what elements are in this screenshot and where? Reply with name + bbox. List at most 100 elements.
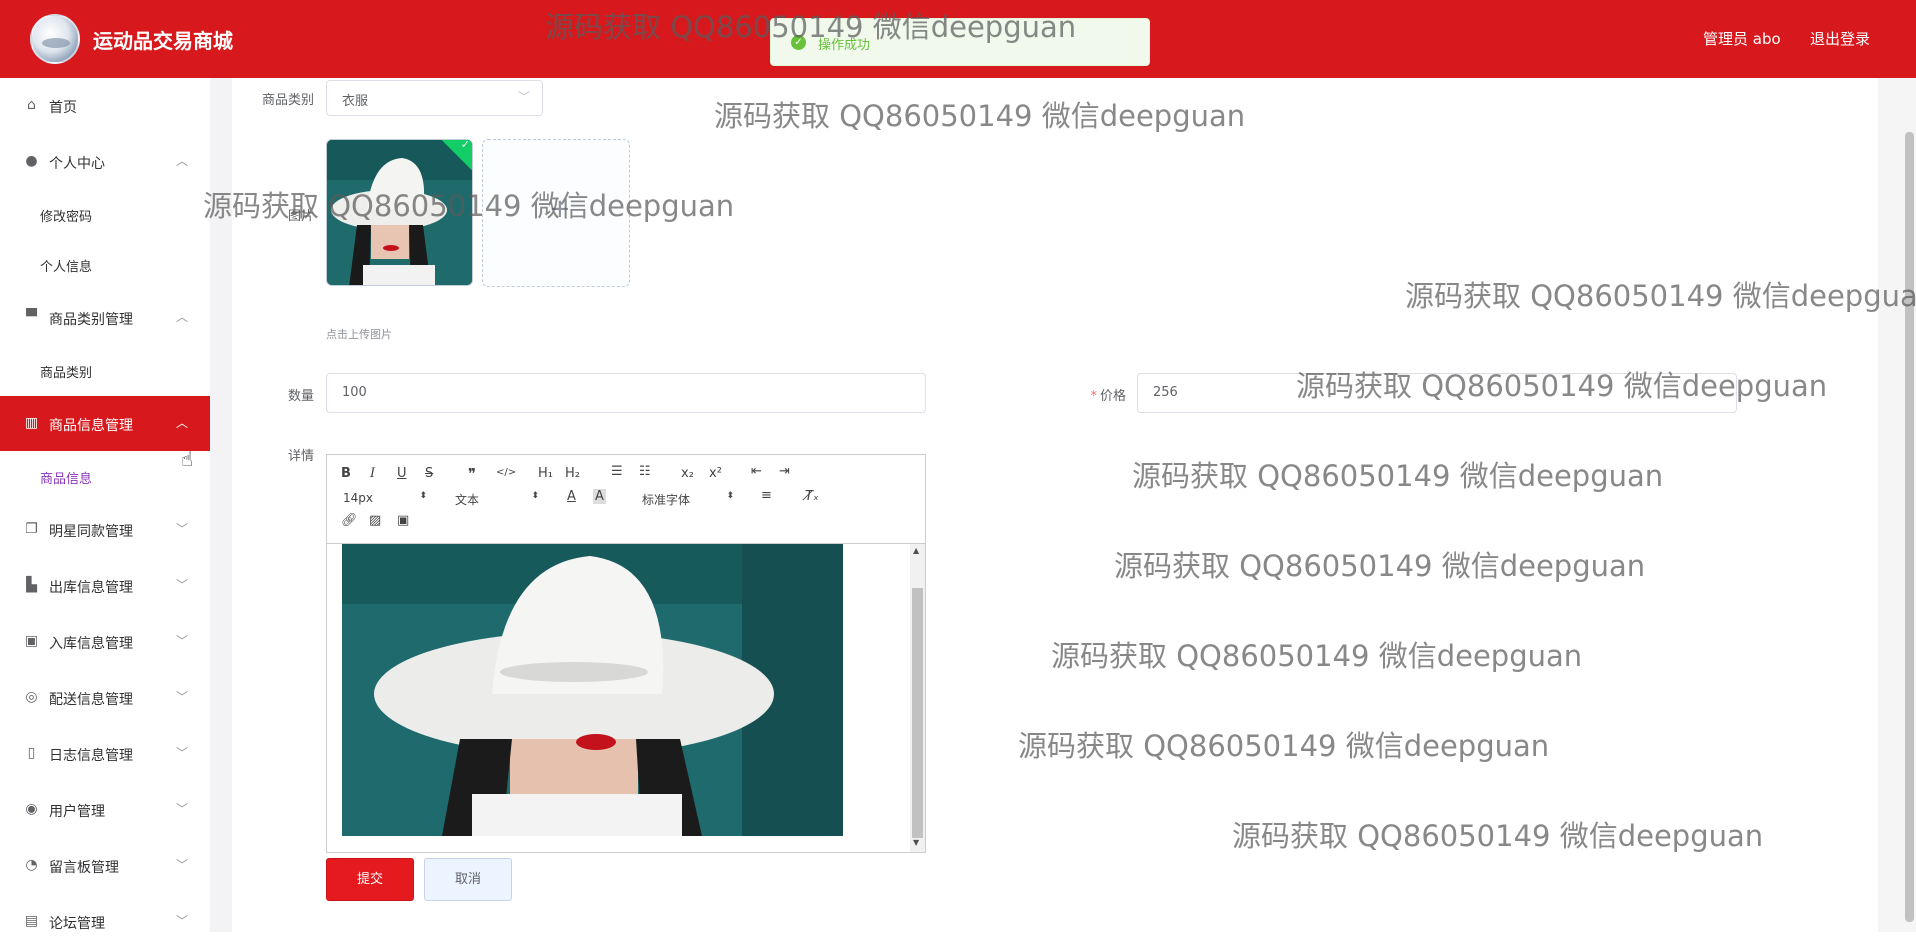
rich-text-editor[interactable]: B I U S ❞ </> H₁ H₂ ☰ ☷ x₂ x² ⇤ ⇥ 14px ⬍… — [326, 454, 926, 853]
block-format-select[interactable]: 文本 ⬍ — [455, 491, 539, 507]
sidebar-item-label: 个人中心 — [49, 156, 105, 172]
image-icon[interactable]: ▨ — [369, 513, 381, 528]
chevron-down-icon: ﹀ — [176, 858, 189, 872]
ordered-list-icon[interactable]: ☰ — [611, 464, 623, 479]
blockquote-button[interactable]: ❞ — [468, 465, 476, 483]
sidebar-item-label: 首页 — [49, 100, 77, 116]
sidebar-item-label: 出库信息管理 — [49, 580, 133, 596]
sidebar-item-outbound[interactable]: ▙ 出库信息管理 ﹀ — [0, 558, 210, 613]
sidebar-item-star-style[interactable]: ❐ 明星同款管理 ﹀ — [0, 502, 210, 557]
clear-format-icon[interactable]: T̸ₓ — [805, 489, 819, 504]
required-mark: * — [1090, 389, 1097, 404]
sort-arrows-icon: ⬍ — [531, 491, 539, 501]
sort-arrows-icon: ⬍ — [726, 491, 734, 501]
video-icon[interactable]: ▣ — [397, 513, 409, 528]
sidebar-item-home[interactable]: ⌂ 首页 — [0, 78, 210, 133]
editor-scrollbar[interactable]: ▲ ▼ — [910, 544, 925, 852]
strike-button[interactable]: S — [425, 466, 433, 481]
underline-button[interactable]: U — [397, 466, 407, 481]
font-size-select[interactable]: 14px ⬍ — [343, 491, 427, 505]
chevron-down-icon: ﹀ — [176, 634, 189, 648]
sidebar-item-logs[interactable]: ▯ 日志信息管理 ﹀ — [0, 726, 210, 781]
ring-icon: ◉ — [25, 801, 38, 817]
mouse-pointer-icon: ☝ — [181, 447, 194, 471]
page-scrollbar-thumb[interactable] — [1905, 132, 1914, 922]
price-value: 256 — [1153, 385, 1178, 400]
sidebar-item-inbound[interactable]: ▣ 入库信息管理 ﹀ — [0, 614, 210, 669]
upload-hint: 点击上传图片 — [326, 328, 392, 341]
sidebar-item-forum[interactable]: ▤ 论坛管理 ﹀ — [0, 894, 210, 949]
scroll-down-icon[interactable]: ▼ — [913, 838, 919, 847]
link-icon[interactable]: 🔗︎ — [341, 513, 358, 528]
watermark: 源码获取 QQ86050149 微信deepguan — [1114, 549, 1646, 583]
chevron-down-icon: ﹀ — [176, 914, 189, 928]
quantity-input[interactable]: 100 — [326, 373, 926, 413]
block-format-value: 文本 — [455, 493, 480, 507]
outdent-icon[interactable]: ⇤ — [751, 464, 762, 479]
editor-scrollbar-thumb[interactable] — [912, 588, 923, 838]
price-label: * 价格 — [1070, 385, 1126, 404]
chevron-up-icon: ︿ — [176, 416, 189, 430]
cancel-button[interactable]: 取消 — [424, 858, 512, 901]
bar-chart-icon: ▙ — [26, 577, 37, 593]
current-user: 管理员 abo — [1703, 30, 1781, 48]
price-label-text: 价格 — [1099, 389, 1126, 404]
sidebar-item-personal-center[interactable]: ● 个人中心 ︿ — [0, 134, 210, 189]
sidebar-item-label: 日志信息管理 — [49, 748, 133, 764]
category-select[interactable]: 衣服 ﹀ — [326, 80, 543, 116]
sidebar-item-message-board[interactable]: ◔ 留言板管理 ﹀ — [0, 838, 210, 893]
bold-button[interactable]: B — [341, 466, 351, 481]
sidebar: ⌂ 首页 ● 个人中心 ︿ 修改密码 个人信息 ▀ 商品类别管理 ︿ 商品类别 … — [0, 78, 210, 932]
detail-image — [342, 544, 843, 836]
sidebar-item-label: 配送信息管理 — [49, 692, 133, 708]
scroll-up-icon[interactable]: ▲ — [913, 546, 919, 555]
font-family-select[interactable]: 标准字体 ⬍ — [642, 491, 734, 507]
watermark: 源码获取 QQ86050149 微信deepguan — [1296, 369, 1828, 403]
category-selected-value: 衣服 — [342, 94, 369, 109]
sidebar-item-label: 入库信息管理 — [49, 636, 133, 652]
clipboard-icon: ▤ — [24, 913, 39, 929]
chevron-down-icon: ﹀ — [517, 90, 530, 104]
italic-button[interactable]: I — [370, 466, 375, 481]
submit-button[interactable]: 提交 — [326, 858, 414, 901]
watermark: 源码获取 QQ86050149 微信deepguan — [203, 189, 735, 223]
h2-button[interactable]: H₂ — [565, 466, 580, 481]
watermark: 源码获取 QQ86050149 微信deepguan — [1051, 639, 1583, 673]
sidebar-item-goods-mgmt[interactable]: ▥ 商品信息管理 ︿ — [0, 396, 210, 451]
editor-toolbar: B I U S ❞ </> H₁ H₂ ☰ ☷ x₂ x² ⇤ ⇥ 14px ⬍… — [327, 455, 925, 544]
font-color-icon[interactable]: A — [567, 489, 576, 504]
subscript-button[interactable]: x₂ — [681, 466, 694, 481]
sidebar-item-label: 用户管理 — [49, 804, 105, 820]
sort-arrows-icon: ⬍ — [419, 491, 427, 501]
sidebar-sub-goods-info[interactable]: 商品信息 — [0, 451, 210, 501]
check-icon: ✓ — [460, 139, 470, 152]
h1-button[interactable]: H₁ — [538, 466, 553, 481]
sidebar-item-category-mgmt[interactable]: ▀ 商品类别管理 ︿ — [0, 290, 210, 345]
sidebar-sub-personal-info[interactable]: 个人信息 — [0, 239, 210, 289]
chevron-down-icon: ﹀ — [176, 578, 189, 592]
goods-icon: ▥ — [24, 415, 39, 431]
quantity-label: 数量 — [287, 389, 314, 404]
bullet-list-icon[interactable]: ☷ — [639, 464, 651, 479]
watermark: 源码获取 QQ86050149 微信deepguan — [1405, 279, 1916, 313]
app-title: 运动品交易商城 — [93, 29, 233, 53]
sidebar-sub-category[interactable]: 商品类别 — [0, 345, 210, 395]
sidebar-item-users[interactable]: ◉ 用户管理 ﹀ — [0, 782, 210, 837]
editor-content[interactable] — [327, 544, 910, 852]
logout-link[interactable]: 退出登录 — [1810, 28, 1870, 49]
sidebar-item-delivery[interactable]: ◎ 配送信息管理 ﹀ — [0, 670, 210, 725]
background-color-icon[interactable]: A — [593, 489, 606, 504]
chevron-down-icon: ﹀ — [176, 522, 189, 536]
detail-photo — [342, 544, 843, 836]
align-icon[interactable]: ≡ — [761, 488, 772, 503]
sidebar-item-label: 商品类别管理 — [49, 312, 133, 328]
sidebar-item-label: 商品信息管理 — [49, 418, 133, 434]
chevron-down-icon: ﹀ — [176, 802, 189, 816]
indent-icon[interactable]: ⇥ — [779, 464, 790, 479]
chevron-up-icon: ︿ — [176, 310, 189, 324]
briefcase-icon: ▣ — [24, 633, 39, 649]
sidebar-sub-change-password[interactable]: 修改密码 — [0, 189, 210, 239]
superscript-button[interactable]: x² — [709, 466, 722, 481]
sidebar-item-label: 留言板管理 — [49, 860, 119, 876]
code-block-button[interactable]: </> — [496, 467, 516, 478]
